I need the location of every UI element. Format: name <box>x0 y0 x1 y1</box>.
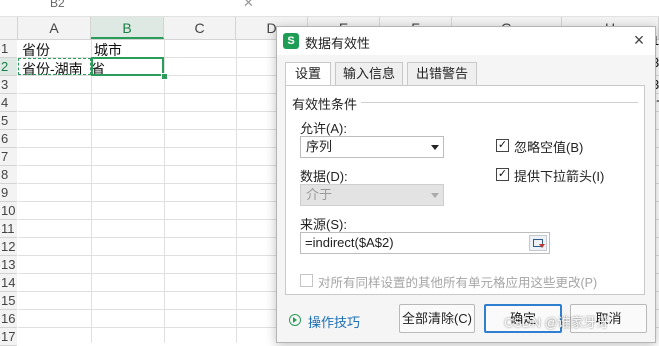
range-select-button[interactable] <box>529 235 547 251</box>
allow-select[interactable]: 序列 <box>300 136 444 158</box>
wps-app-icon: S <box>283 33 299 49</box>
tab-input-message[interactable]: 输入信息 <box>335 62 403 86</box>
row-header-6[interactable]: 6 <box>0 130 17 148</box>
row-header-7[interactable]: 7 <box>0 148 17 166</box>
row-header-13[interactable]: 13 <box>0 256 17 274</box>
chevron-down-icon <box>431 193 439 198</box>
row-header-4[interactable]: 4 <box>0 94 17 112</box>
dialog-titlebar[interactable]: S 数据有效性 × <box>277 27 655 55</box>
active-cell-border <box>91 57 164 76</box>
col-header-b[interactable]: B <box>91 17 164 39</box>
data-label: 数据(D): <box>300 169 348 184</box>
tips-link[interactable]: 操作技巧 <box>308 312 360 331</box>
chevron-down-icon <box>431 145 439 150</box>
col-header-a[interactable]: A <box>18 17 91 39</box>
formula-bar: B2 ✕ <box>0 0 659 17</box>
apply-all-label: 对所有同样设置的其他所有单元格应用这些更改(P) <box>318 276 598 290</box>
play-circle-icon[interactable] <box>289 314 301 326</box>
copy-marquee <box>18 58 91 75</box>
allow-value: 序列 <box>306 139 333 154</box>
row-header-16[interactable]: 16 <box>0 310 17 328</box>
data-validation-dialog: S 数据有效性 × 设置 输入信息 出错警告 有效性条件 允许(A): 序列 数… <box>276 26 656 343</box>
allow-label: 允许(A): <box>300 121 347 136</box>
clear-all-button[interactable]: 全部清除(C) <box>399 304 475 333</box>
cancel-formula-icon[interactable]: ✕ <box>243 0 254 11</box>
tab-settings[interactable]: 设置 <box>285 62 331 87</box>
row-header-12[interactable]: 12 <box>0 238 17 256</box>
data-select: 介于 <box>300 184 444 206</box>
row-header-15[interactable]: 15 <box>0 292 17 310</box>
row-header-14[interactable]: 14 <box>0 274 17 292</box>
row-header-17[interactable]: 17 <box>0 328 17 346</box>
dropdown-arrow-label[interactable]: 提供下拉箭头(I) <box>514 166 604 185</box>
data-value: 介于 <box>306 187 333 202</box>
section-title: 有效性条件 <box>292 94 362 113</box>
row-header-10[interactable]: 10 <box>0 202 17 220</box>
row-header-5[interactable]: 5 <box>0 112 17 130</box>
close-button[interactable]: × <box>629 30 649 50</box>
name-box[interactable]: B2 <box>50 0 65 10</box>
cell-a1[interactable]: 省份 <box>22 40 50 60</box>
ignore-blank-checkbox[interactable]: ✓ <box>496 139 509 152</box>
settings-panel: 有效性条件 允许(A): 序列 数据(D): 介于 ✓ 忽略空值(B) ✓ 提供… <box>285 85 645 295</box>
dropdown-arrow-checkbox[interactable]: ✓ <box>496 168 509 181</box>
tab-error-alert[interactable]: 出错警告 <box>407 62 477 86</box>
dialog-title: 数据有效性 <box>305 36 371 51</box>
apply-all-checkbox <box>300 274 313 287</box>
row-header-1[interactable]: 1 <box>0 40 17 58</box>
row-header-11[interactable]: 11 <box>0 220 17 238</box>
ignore-blank-label[interactable]: 忽略空值(B) <box>514 137 583 156</box>
watermark: CSDN @谁家牙牙 <box>504 315 610 330</box>
fill-handle[interactable] <box>161 73 168 80</box>
range-arrow-icon <box>539 244 545 248</box>
col-header-c[interactable]: C <box>164 17 236 39</box>
row-header-9[interactable]: 9 <box>0 184 17 202</box>
col-corner[interactable] <box>0 17 18 39</box>
source-label: 来源(S): <box>300 217 347 232</box>
source-value: =indirect($A$2) <box>305 235 394 250</box>
row-header-3[interactable]: 3 <box>0 76 17 94</box>
row-header-8[interactable]: 8 <box>0 166 17 184</box>
source-input[interactable]: =indirect($A$2) <box>300 232 550 254</box>
row-header-2[interactable]: 2 <box>0 58 17 76</box>
